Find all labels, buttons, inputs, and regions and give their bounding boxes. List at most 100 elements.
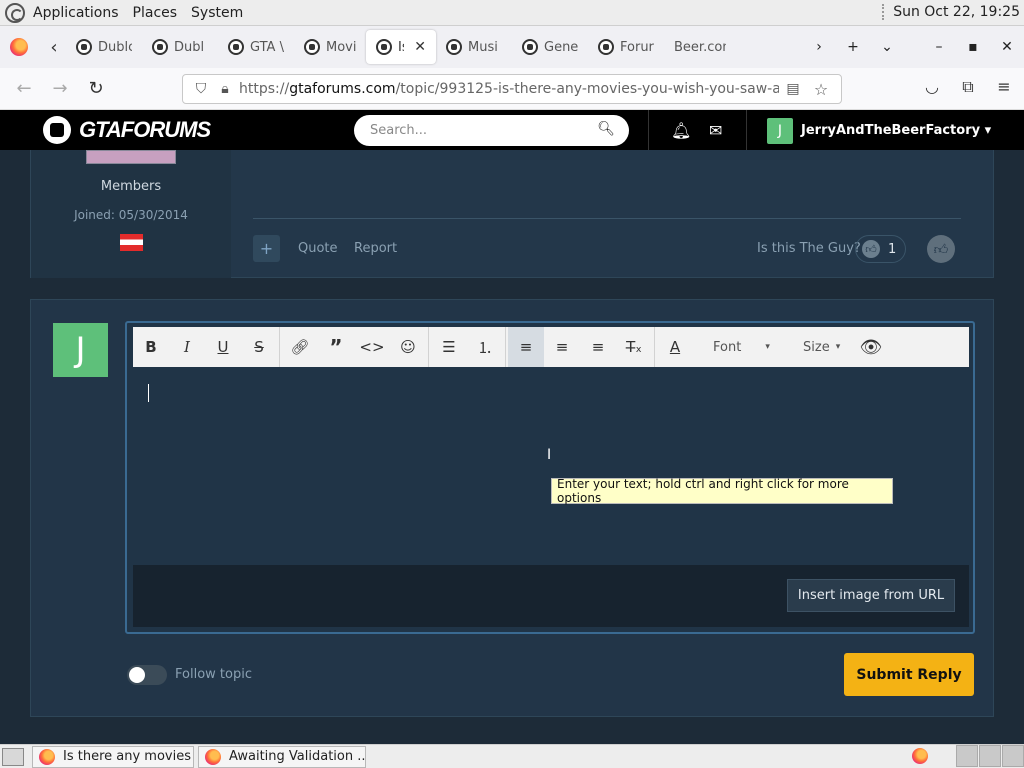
author-photo[interactable] [86,150,176,164]
strikethrough-icon[interactable]: S [241,327,277,367]
toolbar-separator [505,327,506,367]
url-bar[interactable]: ⛉ 🔒︎ https://gtaforums.com/topic/993125-… [182,74,842,104]
multiquote-plus-button[interactable]: + [253,235,280,262]
underline-icon[interactable]: U [205,327,241,367]
report-link[interactable]: Report [354,241,397,256]
back-arrow-icon[interactable]: ← [6,78,42,99]
places-menu[interactable]: Places [133,5,178,21]
bookmark-star-icon[interactable]: ☆ [811,80,831,99]
quote-link[interactable]: Quote [298,241,338,256]
url-path: /topic/993125-is-there-any-movies-you-wi… [395,81,779,97]
tray-firefox[interactable] [909,745,931,767]
reload-icon[interactable]: ↻ [78,78,114,99]
tab[interactable]: Gene [512,30,588,64]
align-center-icon[interactable]: ≡ [544,327,580,367]
quote-icon[interactable]: ” [318,327,354,367]
close-tab-icon[interactable]: ✕ [414,39,426,55]
tab[interactable]: Beer.com [664,30,736,64]
tab[interactable]: Movi [294,30,366,64]
size-dropdown[interactable]: Size ▾ [783,327,853,367]
bulleted-list-icon[interactable]: ☰ [431,327,467,367]
forward-arrow-icon[interactable]: → [42,78,78,99]
search-input[interactable]: Search... 🔍︎ [354,115,629,146]
messages-envelope-icon[interactable]: ✉ [709,121,722,140]
taskbar-window-label: Is there any movies ... [63,749,194,764]
caret-down-icon: ▾ [765,342,770,352]
numbered-list-icon[interactable]: ⒈ [467,327,503,367]
text-color-icon[interactable]: A [657,327,693,367]
lock-icon[interactable]: 🔒︎ [215,81,235,97]
bold-icon[interactable]: B [133,327,169,367]
font-dropdown[interactable]: Font ▾ [693,327,783,367]
gtaforums-logo-icon[interactable] [43,116,71,144]
reaction-label: Is this The Guy? [757,241,861,256]
link-icon[interactable]: 🔗︎ [282,327,318,367]
editor-textarea[interactable] [133,367,969,565]
navigation-toolbar: ← → ↻ ⛉ 🔒︎ https://gtaforums.com/topic/9… [0,68,1024,110]
clock-area[interactable]: Sun Oct 22, 19:25 [882,4,1020,20]
follow-topic-toggle[interactable] [127,665,167,685]
emoji-icon[interactable]: ☺ [390,327,426,367]
workspace-2[interactable] [979,745,1001,767]
taskbar-window[interactable]: Is there any movies ... [32,745,194,768]
close-window-icon[interactable]: ✕ [990,39,1024,55]
author-group: Members [100,179,162,194]
extensions-icon[interactable]: ⧉ [956,77,980,97]
caret-down-icon: ▾ [835,342,841,352]
tab-active[interactable]: Is t✕ [366,30,436,64]
forum-header: GTAFORUMS Search... 🔍︎ 🔔︎ ✉ J JerryAndTh… [0,110,1024,150]
header-divider [648,110,649,150]
tab[interactable]: GTA \ [218,30,294,64]
applications-menu[interactable]: Applications [33,5,119,21]
tab[interactable]: Dublc [66,30,142,64]
follow-topic-label: Follow topic [175,667,252,682]
gnome-logo-icon[interactable] [5,2,25,23]
align-right-icon[interactable]: ≡ [580,327,616,367]
workspace-1[interactable] [956,745,978,767]
system-menu[interactable]: System [191,5,243,21]
tab[interactable]: Musi [436,30,512,64]
tab-scroll-right-icon[interactable]: › [802,39,836,55]
remove-format-icon[interactable]: T̶ₓ [616,327,652,367]
minimize-icon[interactable]: – [922,39,956,55]
tab[interactable]: Dubl [142,30,218,64]
shield-icon[interactable]: ⛉ [191,81,211,97]
user-name: JerryAndTheBeerFactory [801,123,981,138]
preview-eye-icon[interactable]: 👁︎ [853,327,889,367]
user-menu[interactable]: JerryAndTheBeerFactory ▾ [801,123,991,138]
notifications-bell-icon[interactable]: 🔔︎ [671,121,691,140]
url-text[interactable]: https://gtaforums.com/topic/993125-is-th… [239,81,779,97]
url-scheme: https:// [239,81,290,97]
new-tab-icon[interactable]: + [836,39,870,55]
firefox-icon [912,748,928,764]
toolbar-separator [428,327,429,367]
author-column: Members Joined: 05/30/2014 [31,150,231,278]
font-dropdown-label: Font [713,339,742,355]
show-desktop-icon[interactable] [2,747,24,766]
align-left-icon[interactable]: ≡ [508,327,544,367]
maximize-icon[interactable]: ▪ [956,39,990,55]
taskbar-window[interactable]: Awaiting Validation ... [198,745,366,768]
tab-scroll-left-icon[interactable]: ‹ [42,37,66,58]
workspace-3[interactable] [1002,745,1024,767]
user-avatar[interactable]: J [767,118,793,144]
tab[interactable]: Forur [588,30,664,64]
site-logo-text[interactable]: GTAFORUMS [79,117,211,143]
gnome-top-panel: Applications Places System Sun Oct 22, 1… [0,0,1024,26]
submit-reply-button[interactable]: Submit Reply [844,653,974,696]
react-thumbs-up-button[interactable]: 👍︎ [927,235,955,263]
search-icon[interactable]: 🔍︎ [597,121,615,137]
gtaforums-favicon-icon [446,39,462,55]
url-host: gtaforums.com [289,81,396,97]
reader-view-icon[interactable]: ▤ [783,81,803,97]
code-icon[interactable]: <> [354,327,390,367]
list-tabs-chevron-down-icon[interactable]: ⌄ [870,39,904,55]
editor-toolbar: B I U S 🔗︎ ” <> ☺ ☰ ⒈ ≡ ≡ ≡ T̶ₓ A Font ▾ [133,327,969,367]
reaction-count-pill[interactable]: 👍︎ 1 [855,235,906,263]
firefox-view-icon[interactable] [10,38,28,56]
pocket-icon[interactable]: ◡ [920,77,944,97]
clock[interactable]: Sun Oct 22, 19:25 [893,4,1020,20]
hamburger-menu-icon[interactable]: ≡ [992,77,1016,97]
italic-icon[interactable]: I [169,327,205,367]
insert-image-url-button[interactable]: Insert image from URL [787,579,955,612]
